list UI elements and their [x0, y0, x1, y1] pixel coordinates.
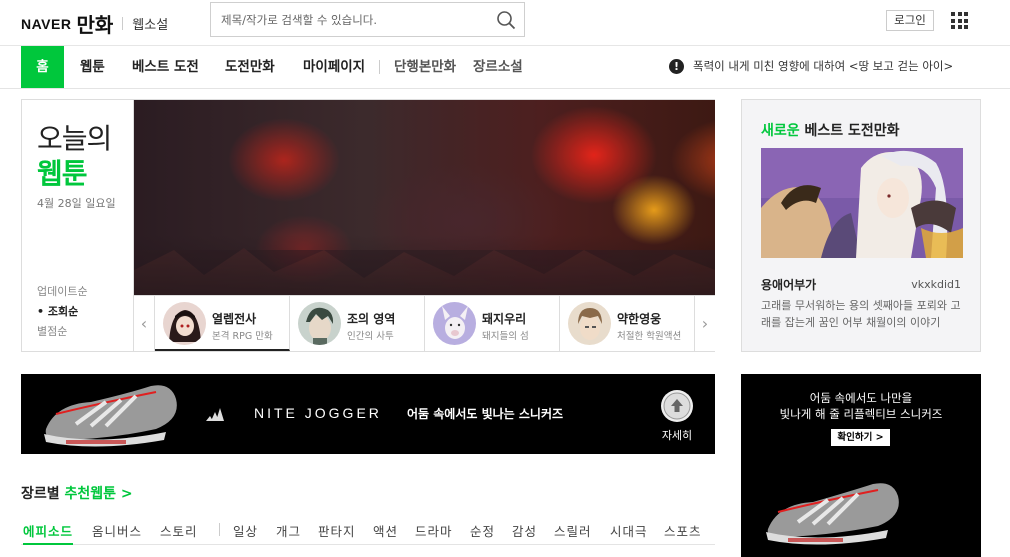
today-title: 오늘의	[37, 122, 112, 155]
today-webtoon-panel: 오늘의 웹툰 4월 28일 일요일 업데이트순 • 조회순 별점순 ‹ 열렙전사…	[21, 99, 715, 352]
sort-update[interactable]: 업데이트순	[37, 283, 88, 299]
ad-brand: NITE JOGGER	[254, 405, 382, 421]
thumb-desc: 처절한 학원액션	[617, 331, 682, 342]
tab-story[interactable]: 스토리	[160, 521, 198, 544]
tab-fantasy[interactable]: 판타지	[318, 521, 356, 544]
logo-divider	[122, 17, 124, 30]
next-arrow-icon[interactable]: ›	[694, 296, 715, 351]
tab-historical[interactable]: 시대극	[610, 521, 648, 544]
notice-text[interactable]: 폭력이 내게 미친 영향에 대하여 <땅 보고 걷는 아이>	[693, 58, 953, 74]
sort-views[interactable]: • 조회순	[37, 303, 78, 319]
adidas-logo-icon	[206, 408, 224, 421]
side-ad-banner[interactable]: 어둠 속에서도 나만을 빛나게 해 줄 리플렉티브 스니커즈 확인하기 >	[741, 374, 981, 557]
challenge-description: 고래를 무서워하는 용의 셋째아들 포뢰와 고래를 잡는게 꿈인 어부 채월이의…	[761, 299, 961, 329]
genre-section-title[interactable]: 장르별 추천웹툰 >	[21, 483, 133, 503]
exclamation-icon: !	[669, 58, 684, 74]
arrow-up-icon	[661, 390, 693, 422]
tab-daily[interactable]: 일상	[233, 521, 258, 544]
side-ad-copy-line1: 어둠 속에서도 나만을	[809, 391, 913, 405]
thumb-avatar	[568, 302, 611, 345]
thumb-desc: 돼지들의 섬	[482, 331, 529, 342]
today-date: 4월 28일 일요일	[37, 197, 116, 210]
genre-tabs: 에피소드 옴니버스 스토리 일상 개그 판타지 액션 드라마 순정 감성 스릴러…	[21, 521, 715, 545]
login-button[interactable]: 로그인	[886, 10, 934, 31]
nav-challenge[interactable]: 도전만화	[225, 46, 275, 88]
tab-thriller[interactable]: 스릴러	[554, 521, 592, 544]
challenge-title-text: 베스트 도전만화	[799, 123, 900, 139]
prev-arrow-icon[interactable]: ‹	[134, 296, 155, 351]
side-ad-button[interactable]: 확인하기 >	[831, 429, 890, 446]
challenge-work-title[interactable]: 용애어부가	[761, 276, 816, 293]
manhwa-logo[interactable]: 만화	[76, 9, 113, 38]
ad-more-button[interactable]: 자세히	[659, 390, 695, 443]
nav-mypage[interactable]: 마이페이지	[303, 46, 365, 88]
thumb-item[interactable]: 돼지우리 돼지들의 섬	[425, 296, 560, 351]
thumb-avatar	[298, 302, 341, 345]
nav-best-challenge[interactable]: 베스트 도전	[132, 46, 199, 88]
ad-copy: 어둠 속에서도 빛나는 스니커즈	[407, 407, 564, 421]
ad-more-label: 자세히	[661, 429, 693, 442]
thumb-title: 돼지우리	[482, 312, 527, 326]
best-challenge-panel: 새로운 베스트 도전만화 용애어부가 vkxkdid1 고래를 무서워하는 용의…	[741, 99, 981, 352]
side-sneaker-image	[766, 483, 899, 545]
main-ad-banner[interactable]: NITE JOGGER 어둠 속에서도 빛나는 스니커즈 자세히	[21, 374, 715, 454]
thumb-item[interactable]: 열렙전사 본격 RPG 만화	[155, 296, 290, 351]
side-ad-copy: 어둠 속에서도 나만을 빛나게 해 줄 리플렉티브 스니커즈	[741, 390, 981, 422]
challenge-title: 새로운 베스트 도전만화	[761, 120, 900, 140]
thumb-avatar	[433, 302, 476, 345]
tab-omnibus[interactable]: 옴니버스	[92, 521, 142, 544]
thumb-desc: 인간의 사투	[347, 331, 394, 342]
tab-sports[interactable]: 스포츠	[664, 521, 702, 544]
tab-emotional[interactable]: 감성	[512, 521, 537, 544]
challenge-thumbnail[interactable]	[761, 148, 963, 258]
search-icon[interactable]	[496, 10, 516, 30]
tab-drama[interactable]: 드라마	[415, 521, 453, 544]
sort-rating[interactable]: 별점순	[37, 323, 67, 339]
today-title-highlight: 웹툰	[37, 157, 88, 190]
challenge-title-highlight: 새로운	[761, 123, 800, 139]
thumb-desc: 본격 RPG 만화	[212, 331, 273, 342]
nav-book-comics[interactable]: 단행본만화	[394, 46, 456, 88]
search-box	[210, 2, 525, 37]
nav-webtoon[interactable]: 웹툰	[80, 46, 105, 88]
featured-banner[interactable]	[134, 100, 715, 295]
banner-shade	[134, 235, 715, 295]
nav-genre-novel[interactable]: 장르소설	[473, 46, 523, 88]
thumb-item[interactable]: 조의 영역 인간의 사투	[290, 296, 425, 351]
naver-logo[interactable]: NAVER	[21, 16, 71, 32]
thumb-avatar	[163, 302, 206, 345]
nav-home[interactable]: 홈	[21, 46, 64, 88]
main-nav: 홈 웹툰 베스트 도전 도전만화 마이페이지 단행본만화 장르소설 ! 폭력이 …	[0, 46, 1010, 89]
thumb-title: 조의 영역	[347, 312, 396, 326]
header: NAVER 만화 웹소설 로그인	[0, 0, 1010, 46]
tab-comedy[interactable]: 개그	[276, 521, 301, 544]
tab-divider	[219, 523, 220, 536]
search-input[interactable]	[211, 3, 481, 36]
genre-title-prefix: 장르별	[21, 486, 65, 502]
thumb-title: 열렙전사	[212, 312, 257, 326]
side-ad-copy-line2: 빛나게 해 줄 리플렉티브 스니커즈	[779, 407, 943, 421]
nav-divider	[379, 60, 380, 74]
thumbnail-strip: ‹ 열렙전사 본격 RPG 만화 조의 영역 인간의 사투 돼지우리 돼지들의 …	[134, 295, 715, 351]
app-grid-icon[interactable]	[951, 12, 968, 29]
genre-title-link[interactable]: 추천웹툰 >	[65, 486, 133, 502]
tab-action[interactable]: 액션	[373, 521, 398, 544]
challenge-author[interactable]: vkxkdid1	[911, 278, 961, 291]
logo[interactable]: NAVER 만화 웹소설	[21, 9, 168, 38]
thumb-item[interactable]: 약한영웅 처절한 학원액션	[560, 296, 695, 351]
today-sidebar: 오늘의 웹툰 4월 28일 일요일 업데이트순 • 조회순 별점순	[22, 100, 134, 351]
tab-romance[interactable]: 순정	[470, 521, 495, 544]
tab-episode[interactable]: 에피소드	[23, 521, 74, 545]
notice-banner[interactable]: ! 폭력이 내게 미친 영향에 대하여 <땅 보고 걷는 아이>	[669, 58, 953, 74]
webnovel-link[interactable]: 웹소설	[132, 14, 168, 33]
thumb-title: 약한영웅	[617, 312, 662, 326]
